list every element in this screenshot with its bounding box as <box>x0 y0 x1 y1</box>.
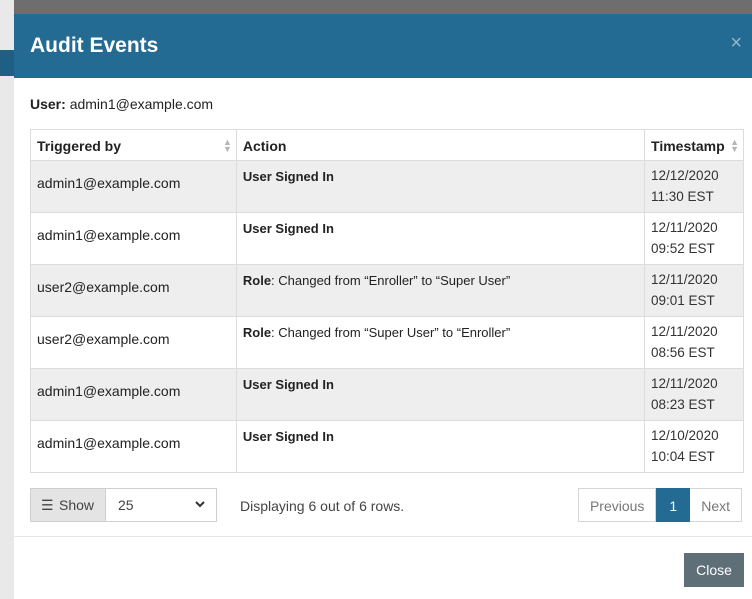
cell-timestamp: 12/12/2020 11:30 EST <box>644 160 744 213</box>
user-value: admin1@example.com <box>69 96 214 112</box>
header-timestamp[interactable]: Timestamp ▲ ▼ <box>644 129 744 161</box>
cell-timestamp: 12/10/2020 10:04 EST <box>644 420 744 473</box>
cell-triggered-by: admin1@example.com <box>30 160 237 213</box>
user-label: User: <box>30 96 66 112</box>
action-detail: : Changed from “Enroller” to “Super User… <box>271 273 511 288</box>
cell-triggered-by: admin1@example.com <box>30 420 237 473</box>
table-row: user2@example.com Role: Changed from “Sup… <box>30 316 744 369</box>
action-type: User Signed In <box>242 429 334 444</box>
previous-page-button[interactable]: Previous <box>577 488 657 522</box>
background-fragment <box>0 50 14 76</box>
close-icon[interactable]: × <box>730 32 742 55</box>
timestamp-time: 11:30 EST <box>651 189 714 204</box>
timestamp-date: 12/11/2020 <box>651 220 718 235</box>
cell-triggered-by: user2@example.com <box>30 316 237 369</box>
header-timestamp-label: Timestamp <box>651 138 725 154</box>
sort-icon[interactable]: ▲ ▼ <box>223 138 232 154</box>
table-footer: ☰ Show 25 Displaying 6 out of 6 rows. Pre… <box>30 488 744 524</box>
header-triggered-by-label: Triggered by <box>37 138 122 154</box>
header-action-label: Action <box>242 138 287 154</box>
cell-timestamp: 12/11/2020 09:01 EST <box>644 264 744 317</box>
timestamp-time: 08:23 EST <box>651 397 715 412</box>
row-count-text: Displaying 6 out of 6 rows. <box>240 498 405 514</box>
cell-action: User Signed In <box>235 420 646 473</box>
action-type: Role <box>242 273 272 288</box>
cell-action: Role: Changed from “Super User” to “Enro… <box>235 316 646 369</box>
timestamp-date: 12/10/2020 <box>651 428 719 443</box>
audit-table: Triggered by ▲ ▼ Action Timestamp ▲ ▼ admi… <box>30 129 744 473</box>
background-page <box>0 0 14 599</box>
page-size-value: 25 <box>118 497 134 513</box>
show-label: Show <box>59 497 95 513</box>
timestamp-date: 12/11/2020 <box>651 272 718 287</box>
dialog-title: Audit Events <box>30 34 159 57</box>
sort-icon[interactable]: ▲ ▼ <box>730 138 739 154</box>
next-page-button[interactable]: Next <box>690 488 742 522</box>
cell-triggered-by: admin1@example.com <box>30 212 237 265</box>
pagination: Previous 1 Next <box>577 488 742 522</box>
action-type: User Signed In <box>242 221 334 236</box>
header-triggered-by[interactable]: Triggered by ▲ ▼ <box>30 129 237 161</box>
timestamp-time: 09:01 EST <box>651 293 715 308</box>
table-row: admin1@example.com User Signed In 12/10/20… <box>30 420 744 473</box>
cell-triggered-by: admin1@example.com <box>30 368 237 421</box>
cell-triggered-by: user2@example.com <box>30 264 237 317</box>
header-action: Action <box>235 129 646 161</box>
cell-timestamp: 12/11/2020 08:23 EST <box>644 368 744 421</box>
action-detail: : Changed from “Super User” to “Enroller… <box>271 325 511 340</box>
table-row: admin1@example.com User Signed In 12/11/20… <box>30 368 744 421</box>
timestamp-time: 09:52 EST <box>651 241 715 256</box>
timestamp-date: 12/11/2020 <box>651 324 718 339</box>
table-row: user2@example.com Role: Changed from “Enr… <box>30 264 744 317</box>
cell-action: Role: Changed from “Enroller” to “Super … <box>235 264 646 317</box>
page-1-button[interactable]: 1 <box>656 488 691 522</box>
table-row: admin1@example.com User Signed In 12/11/20… <box>30 212 744 265</box>
table-header-row: Triggered by ▲ ▼ Action Timestamp ▲ ▼ <box>30 129 744 161</box>
show-button[interactable]: ☰ Show <box>30 488 106 522</box>
user-line: User: admin1@example.com <box>30 96 213 112</box>
chevron-down-icon <box>194 497 206 513</box>
dialog-header: Audit Events × <box>14 14 752 78</box>
cell-timestamp: 12/11/2020 09:52 EST <box>644 212 744 265</box>
page-size-select[interactable]: 25 <box>106 488 217 522</box>
cell-timestamp: 12/11/2020 08:56 EST <box>644 316 744 369</box>
list-icon: ☰ <box>41 497 54 513</box>
timestamp-time: 08:56 EST <box>651 345 715 360</box>
cell-action: User Signed In <box>235 160 646 213</box>
table-row: admin1@example.com User Signed In 12/12/20… <box>30 160 744 213</box>
timestamp-date: 12/11/2020 <box>651 376 718 391</box>
action-type: User Signed In <box>242 377 334 392</box>
footer-divider <box>14 536 752 537</box>
audit-events-dialog: Audit Events × User: admin1@example.com … <box>14 14 752 599</box>
cell-action: User Signed In <box>235 212 646 265</box>
timestamp-time: 10:04 EST <box>651 449 715 464</box>
close-button[interactable]: Close <box>684 553 744 587</box>
cell-action: User Signed In <box>235 368 646 421</box>
timestamp-date: 12/12/2020 <box>651 168 719 183</box>
action-type: User Signed In <box>242 169 334 184</box>
action-type: Role <box>242 325 272 340</box>
